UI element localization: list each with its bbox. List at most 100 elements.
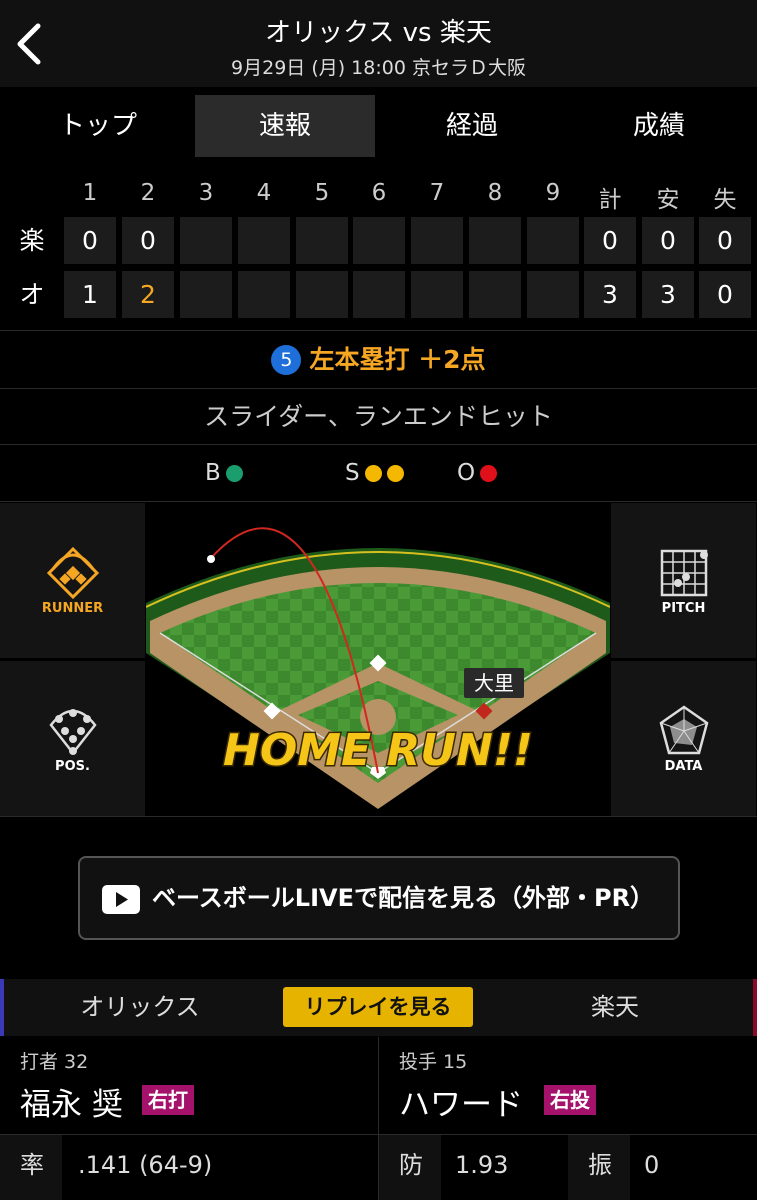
tab-top[interactable]: トップ	[8, 95, 188, 157]
inning-score-cell	[411, 271, 463, 318]
balls-label: B	[205, 460, 221, 486]
home-run-banner: HOME RUN!!	[223, 725, 533, 776]
player-stats: 率 .141 (64-9) 防 1.93 振 0	[0, 1134, 757, 1200]
field-panel: RUNNER POS. PITCH DATA 大里 HOME RUN!!	[0, 503, 757, 816]
tab-live[interactable]: 速報	[195, 95, 375, 157]
inning-score-cell	[238, 271, 290, 318]
batter-name[interactable]: 福永 奨	[20, 1079, 123, 1124]
out-dot	[480, 465, 498, 482]
play-icon	[102, 885, 140, 914]
batter-order-badge: 5	[271, 345, 302, 375]
data-label: DATA	[664, 759, 703, 774]
away-team-color	[753, 979, 757, 1036]
ball-count: B S O	[0, 446, 757, 500]
divider	[0, 501, 757, 502]
inning-score-cell	[411, 217, 463, 264]
live-stream-button[interactable]: ベースボールLIVEで配信を見る（外部・PR）	[78, 856, 680, 940]
divider	[0, 388, 757, 389]
inning-header: 9	[545, 180, 561, 206]
runner-diamond-icon	[46, 546, 100, 600]
runner-button[interactable]: RUNNER	[0, 503, 145, 658]
pitch-grid-icon	[660, 549, 708, 597]
runner-name-tag: 大里	[474, 671, 514, 695]
home-team-name[interactable]: オリックス	[40, 979, 240, 1036]
scoreboard: 123456789計安失 楽 オ 0000012330	[0, 170, 757, 326]
total-cell: 0	[699, 217, 751, 264]
pitcher-stat-label: 防	[399, 1151, 423, 1179]
batter-avg: .141 (64-9)	[78, 1151, 213, 1179]
inning-score-cell: 1	[64, 271, 116, 318]
pitcher-caption: 投手 15	[399, 1051, 468, 1073]
baseball-field-diagram: 大里 HOME RUN!!	[146, 527, 610, 809]
app-header: オリックス vs 楽天 9月29日 (月) 18:00 京セラＤ大阪	[0, 0, 757, 87]
pitcher-era: 1.93	[455, 1151, 509, 1179]
inning-score-cell	[296, 217, 348, 264]
inning-score-cell	[353, 217, 405, 264]
inning-score-cell	[180, 217, 232, 264]
strikes-indicator: S	[345, 446, 404, 500]
home-team-color	[0, 979, 4, 1036]
divider	[0, 444, 757, 445]
inning-header: 6	[371, 180, 387, 206]
team-row-label: オ	[19, 280, 45, 309]
team-row-label: 楽	[19, 226, 45, 255]
position-label: POS.	[55, 759, 90, 774]
total-cell: 3	[584, 271, 636, 318]
inning-score-cell	[238, 217, 290, 264]
tab-progress[interactable]: 経過	[382, 95, 562, 157]
pitch-description: スライダー、ランエンドヒット	[204, 402, 553, 431]
game-tabs: トップ 速報 経過 成績	[0, 88, 757, 165]
inning-header: 安	[656, 187, 680, 213]
inning-header: 3	[198, 180, 214, 206]
inning-header: 失	[713, 187, 737, 213]
total-cell: 3	[642, 271, 694, 318]
total-cell: 0	[584, 217, 636, 264]
replay-button[interactable]: リプレイを見る	[283, 987, 473, 1027]
pitch-button[interactable]: PITCH	[611, 503, 756, 658]
divider	[0, 816, 757, 817]
runner-label: RUNNER	[41, 601, 104, 616]
total-cell: 0	[642, 217, 694, 264]
pitcher-name[interactable]: ハワード	[399, 1079, 523, 1124]
pitcher-strikeouts: 0	[644, 1151, 660, 1179]
inning-score-cell	[353, 271, 405, 318]
strike-dot	[386, 465, 404, 482]
inning-header: 4	[256, 180, 272, 206]
game-title: オリックス vs 楽天	[265, 18, 492, 48]
data-button[interactable]: DATA	[611, 661, 756, 816]
inning-header: 2	[140, 180, 156, 206]
outs-indicator: O	[457, 446, 498, 500]
inning-score-cell	[296, 271, 348, 318]
position-button[interactable]: POS.	[0, 661, 145, 816]
game-datetime-venue: 9月29日 (月) 18:00 京セラＤ大阪	[231, 57, 526, 79]
team-bar: オリックス リプレイを見る 楽天	[0, 979, 757, 1036]
play-text: 左本塁打 ＋2点	[309, 345, 486, 374]
tab-stats[interactable]: 成績	[569, 95, 749, 157]
inning-score-cell	[527, 217, 579, 264]
inning-header: 5	[314, 180, 330, 206]
inning-header: 8	[487, 180, 503, 206]
inning-header: 1	[82, 180, 98, 206]
inning-score-cell: 0	[64, 217, 116, 264]
pitch-label: PITCH	[661, 601, 706, 616]
balls-indicator: B	[205, 446, 243, 500]
radar-chart-icon	[659, 705, 709, 755]
pitcher-stat2-label: 振	[588, 1151, 612, 1179]
ball-dot	[225, 465, 243, 482]
inning-score-cell: 2	[122, 271, 174, 318]
total-cell: 0	[699, 271, 751, 318]
pitcher-hand-badge: 右投	[544, 1085, 596, 1115]
batter-stat-label: 率	[20, 1151, 44, 1179]
inning-score-cell	[469, 271, 521, 318]
inning-header: 7	[429, 180, 445, 206]
strike-dot	[364, 465, 382, 482]
strikes-label: S	[345, 460, 360, 486]
inning-score-cell	[180, 271, 232, 318]
batter-hand-badge: 右打	[142, 1085, 194, 1115]
inning-header: 計	[598, 187, 622, 213]
away-team-name[interactable]: 楽天	[515, 979, 715, 1036]
play-result: 5 左本塁打 ＋2点	[0, 332, 757, 388]
live-stream-label: ベースボールLIVEで配信を見る（外部・PR）	[152, 884, 655, 912]
inning-score-cell	[527, 271, 579, 318]
inning-score-cell	[469, 217, 521, 264]
